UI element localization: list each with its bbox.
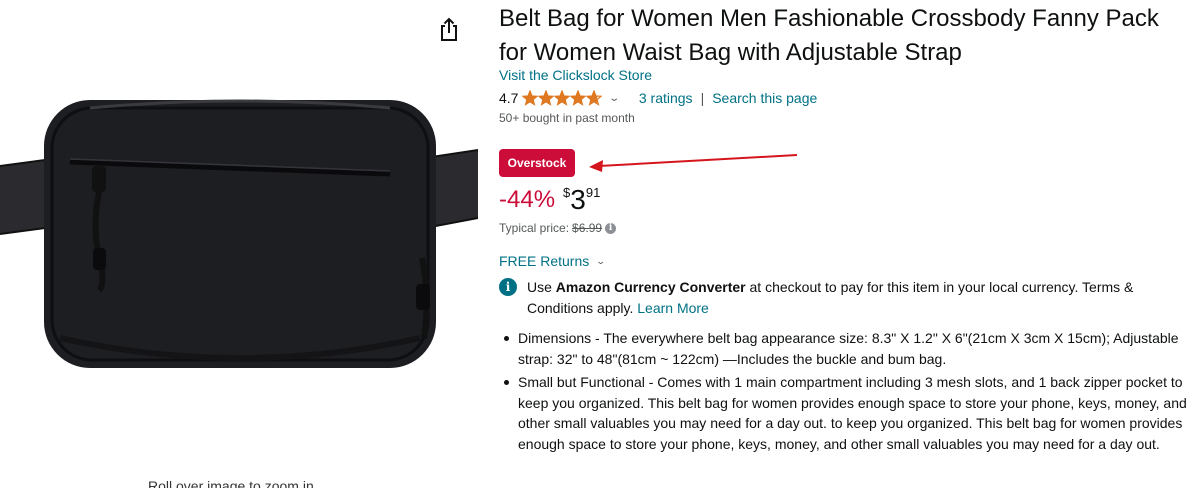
share-button[interactable] xyxy=(438,16,460,42)
star-icon xyxy=(538,90,555,106)
price-fraction: 91 xyxy=(585,185,601,200)
currency-note-text: Use Amazon Currency Converter at checkou… xyxy=(527,277,1189,319)
currency-converter-note: i Use Amazon Currency Converter at check… xyxy=(499,277,1189,319)
currency-converter-name: Amazon Currency Converter xyxy=(555,279,746,295)
annotation-arrow xyxy=(589,154,798,172)
star-icon xyxy=(586,90,603,106)
chevron-down-icon: ⌄ xyxy=(595,255,607,266)
free-returns-label: FREE Returns xyxy=(499,253,590,269)
currency-note-prefix: Use xyxy=(527,279,556,295)
star-icon xyxy=(570,90,587,106)
product-title: Belt Bag for Women Men Fashionable Cross… xyxy=(499,5,1159,66)
info-icon: i xyxy=(499,278,517,296)
typical-price-label: Typical price: xyxy=(499,221,570,235)
bought-count: 50+ bought in past month xyxy=(499,111,635,125)
star-icon xyxy=(522,90,539,106)
price-row: -44% $ 3 91 xyxy=(499,183,600,217)
feature-bullet: Small but Functional - Comes with 1 main… xyxy=(499,372,1189,454)
share-icon xyxy=(441,17,457,41)
image-panel: Roll over image to zoom in xyxy=(0,0,490,488)
product-image[interactable] xyxy=(0,88,478,408)
store-link[interactable]: Visit the Clickslock Store xyxy=(499,67,652,83)
separator: | xyxy=(700,90,705,106)
rating-value: 4.7 xyxy=(499,90,519,106)
overstock-badge: Overstock xyxy=(499,149,575,177)
star-icon xyxy=(554,90,571,106)
learn-more-link[interactable]: Learn More xyxy=(637,300,709,316)
chevron-down-icon[interactable]: ⌄ xyxy=(609,93,621,104)
price-whole: 3 xyxy=(570,184,586,215)
free-returns-link[interactable]: FREE Returns ⌄ xyxy=(499,253,607,269)
price-currency: $ xyxy=(563,185,571,200)
feature-bullets: Dimensions - The everywhere belt bag app… xyxy=(499,328,1189,457)
discount-percent: -44% xyxy=(499,186,556,213)
search-page-link[interactable]: Search this page xyxy=(712,90,817,106)
rating-stars[interactable] xyxy=(522,90,603,106)
typical-price: Typical price: $6.99 i xyxy=(499,221,617,235)
feature-bullet: Dimensions - The everywhere belt bag app… xyxy=(499,328,1189,369)
zoom-hint: Roll over image to zoom in xyxy=(148,478,314,488)
ratings-count-link[interactable]: 3 ratings xyxy=(639,90,693,106)
typical-price-value: $6.99 xyxy=(572,221,603,235)
rating-row: 4.7 ⌄ 3 ratings | Search this page xyxy=(499,88,817,108)
info-icon[interactable]: i xyxy=(605,222,617,234)
